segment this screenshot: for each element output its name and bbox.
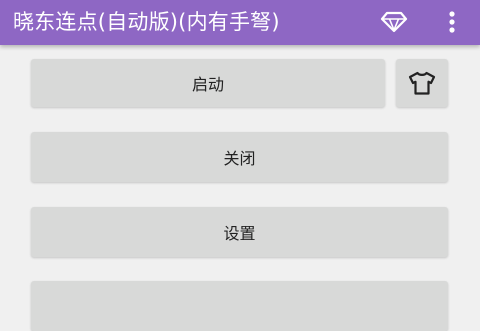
main-content: 启动 关闭 设置 — [0, 45, 480, 331]
shirt-icon — [408, 71, 436, 95]
app-title: 晓东连点(自动版)(内有手弩) — [13, 10, 280, 34]
diamond-button[interactable] — [376, 4, 412, 40]
settings-button[interactable]: 设置 — [31, 207, 448, 257]
partially-visible-button[interactable] — [31, 281, 448, 331]
close-button[interactable]: 关闭 — [31, 132, 448, 182]
shirt-button[interactable] — [396, 59, 448, 107]
app-bar: 晓东连点(自动版)(内有手弩) — [0, 0, 480, 45]
more-options-button[interactable] — [434, 4, 470, 40]
diamond-icon — [380, 11, 408, 33]
more-vert-icon — [449, 11, 455, 33]
settings-button-label: 设置 — [223, 224, 256, 243]
start-button[interactable]: 启动 — [31, 59, 385, 107]
close-button-label: 关闭 — [223, 149, 256, 168]
start-button-label: 启动 — [191, 75, 224, 94]
